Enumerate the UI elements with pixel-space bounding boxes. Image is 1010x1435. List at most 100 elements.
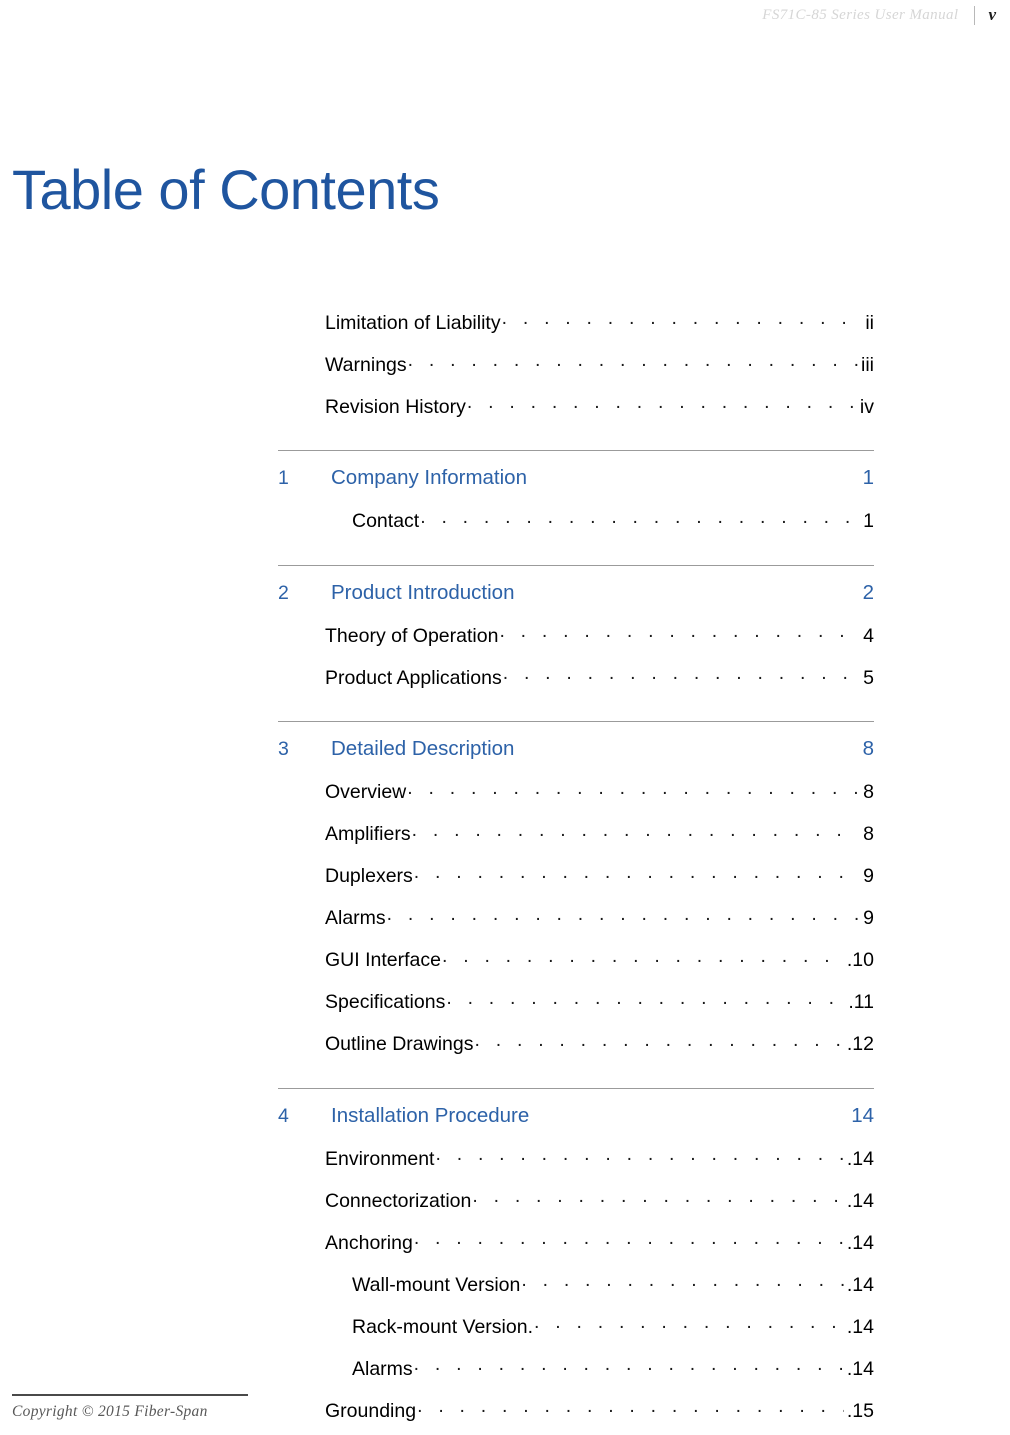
toc-group-divider: [278, 564, 874, 566]
toc-entry[interactable]: Specifications .11: [278, 980, 874, 1022]
toc-entry-page: iii: [861, 353, 874, 376]
toc-group-divider: [278, 450, 874, 451]
toc-leader-dots: [408, 351, 858, 371]
toc-leader-dots: [446, 989, 845, 1009]
toc-entry-label: Overview: [325, 781, 407, 803]
toc-chapter-heading[interactable]: 3 Detailed Description 8: [278, 728, 874, 770]
toc-chapter-label: Installation Procedure: [331, 1103, 530, 1127]
toc-group-front-matter: Limitation of Liability ii Warnings iii …: [278, 300, 874, 426]
toc-entry[interactable]: Wall-mount Version .14: [278, 1262, 874, 1304]
toc-chapter-number: 1: [278, 467, 289, 489]
toc-entry-label: Rack-mount Version.: [352, 1315, 533, 1338]
footer-divider: [12, 1394, 248, 1396]
toc-entry[interactable]: Grounding .15: [278, 1388, 874, 1430]
toc-entry-label: Theory of Operation: [325, 624, 499, 647]
toc-entry-label: Revision History: [325, 395, 466, 418]
toc-entry[interactable]: Limitation of Liability ii: [278, 300, 874, 342]
copyright-text: Copyright © 2015 Fiber-Span: [12, 1403, 208, 1420]
toc-entry-page: .14: [846, 1147, 874, 1170]
toc-leader-dots: [435, 1145, 843, 1165]
toc-leader-dots: [414, 1229, 844, 1249]
toc-entry-label: Connectorization: [325, 1189, 472, 1212]
toc-entry-page: ii: [865, 311, 874, 334]
toc-entry-label: Limitation of Liability: [325, 311, 501, 334]
toc-entry[interactable]: Theory of Operation 4: [278, 613, 874, 655]
toc-group-chapter-1: 1 Company Information 1 Contact 1: [278, 450, 874, 541]
toc-entry-label: Duplexers: [325, 865, 413, 887]
document-title-header: FS71C-85 Series User Manual: [762, 6, 959, 23]
toc-leader-dots: [412, 821, 858, 841]
toc-entry[interactable]: Alarms 9: [278, 896, 874, 938]
toc-leader-dots: [417, 1397, 844, 1417]
page-title: Table of Contents: [12, 157, 440, 221]
toc-entry-label: Contact: [352, 510, 420, 532]
toc-entry-label: Grounding: [325, 1399, 417, 1422]
toc-entry-label: Amplifiers: [325, 823, 411, 845]
page-footer: Copyright © 2015 Fiber-Span: [12, 1394, 312, 1421]
toc-entry-page: .14: [846, 1189, 874, 1212]
toc-chapter-number: 2: [278, 581, 289, 604]
toc-entry-label: Specifications: [325, 991, 446, 1013]
toc-entry[interactable]: Product Applications 5: [278, 655, 874, 697]
toc-entry-page: 5: [863, 666, 874, 689]
toc-entry-page: 1: [863, 510, 874, 532]
toc-leader-dots: [467, 393, 857, 413]
toc-entry[interactable]: Environment .14: [278, 1136, 874, 1178]
toc-entry-page: 9: [863, 907, 874, 929]
toc-entry-label: Anchoring: [325, 1231, 413, 1254]
toc-entry[interactable]: Amplifiers 8: [278, 812, 874, 854]
toc-entry-page: .14: [846, 1273, 874, 1296]
toc-entry[interactable]: Anchoring .14: [278, 1220, 874, 1262]
toc-entry-label: Product Applications: [325, 666, 502, 689]
toc-entry[interactable]: Connectorization .14: [278, 1178, 874, 1220]
toc-leader-dots: [521, 1271, 844, 1291]
toc-chapter-heading[interactable]: 4 Installation Procedure 14: [278, 1095, 874, 1137]
toc-entry-page: .14: [846, 1315, 874, 1338]
toc-entry[interactable]: GUI Interface .10: [278, 938, 874, 980]
toc-leader-dots: [474, 1031, 843, 1051]
toc-leader-dots: [414, 1355, 844, 1375]
toc-entry[interactable]: Overview 8: [278, 770, 874, 812]
toc-group-chapter-2: 2 Product Introduction 2 Theory of Opera…: [278, 564, 874, 698]
toc-entry-page: .14: [846, 1357, 874, 1380]
toc-entry-page: .12: [846, 1033, 874, 1055]
toc-entry-label: Outline Drawings: [325, 1033, 474, 1055]
toc-chapter-heading[interactable]: 1 Company Information 1: [278, 457, 874, 499]
toc-chapter-label: Company Information: [331, 466, 527, 489]
header-page-number: v: [988, 5, 996, 24]
toc-entry[interactable]: Revision History iv: [278, 384, 874, 426]
toc-entry[interactable]: Duplexers 9: [278, 854, 874, 896]
table-of-contents: Limitation of Liability ii Warnings iii …: [278, 300, 874, 1430]
toc-entry-label: Warnings: [325, 353, 407, 376]
toc-leader-dots: [503, 664, 858, 684]
toc-entry-page: 8: [863, 781, 874, 803]
toc-entry-page: .10: [846, 949, 874, 971]
toc-entry[interactable]: Outline Drawings .12: [278, 1022, 874, 1064]
toc-chapter-page: 8: [862, 737, 874, 760]
toc-entry[interactable]: Rack-mount Version. .14: [278, 1304, 874, 1346]
toc-entry-page: .11: [848, 991, 874, 1013]
toc-entry-page: .15: [846, 1399, 874, 1422]
toc-chapter-heading[interactable]: 2 Product Introduction 2: [278, 572, 874, 614]
toc-entry[interactable]: Contact 1: [278, 499, 874, 541]
toc-entry-page: 9: [863, 865, 874, 887]
toc-chapter-number: 3: [278, 738, 289, 760]
toc-chapter-number: 4: [278, 1104, 289, 1127]
toc-entry[interactable]: Alarms .14: [278, 1346, 874, 1388]
toc-chapter-page: 2: [862, 580, 874, 604]
toc-entry-label: Wall-mount Version: [352, 1273, 521, 1296]
toc-leader-dots: [442, 947, 844, 967]
toc-entry[interactable]: Warnings iii: [278, 342, 874, 384]
toc-entry-page: iv: [859, 395, 874, 418]
toc-group-chapter-4: 4 Installation Procedure 14 Environment …: [278, 1087, 874, 1431]
toc-leader-dots: [407, 779, 858, 799]
toc-entry-label: GUI Interface: [325, 949, 441, 971]
toc-leader-dots: [534, 1313, 844, 1333]
toc-entry-page: .14: [846, 1231, 874, 1254]
toc-group-divider: [278, 1087, 874, 1089]
toc-group-divider: [278, 721, 874, 722]
toc-chapter-label: Detailed Description: [331, 737, 515, 760]
toc-leader-dots: [499, 622, 858, 642]
toc-chapter-page: 1: [862, 466, 874, 489]
toc-leader-dots: [420, 508, 858, 528]
